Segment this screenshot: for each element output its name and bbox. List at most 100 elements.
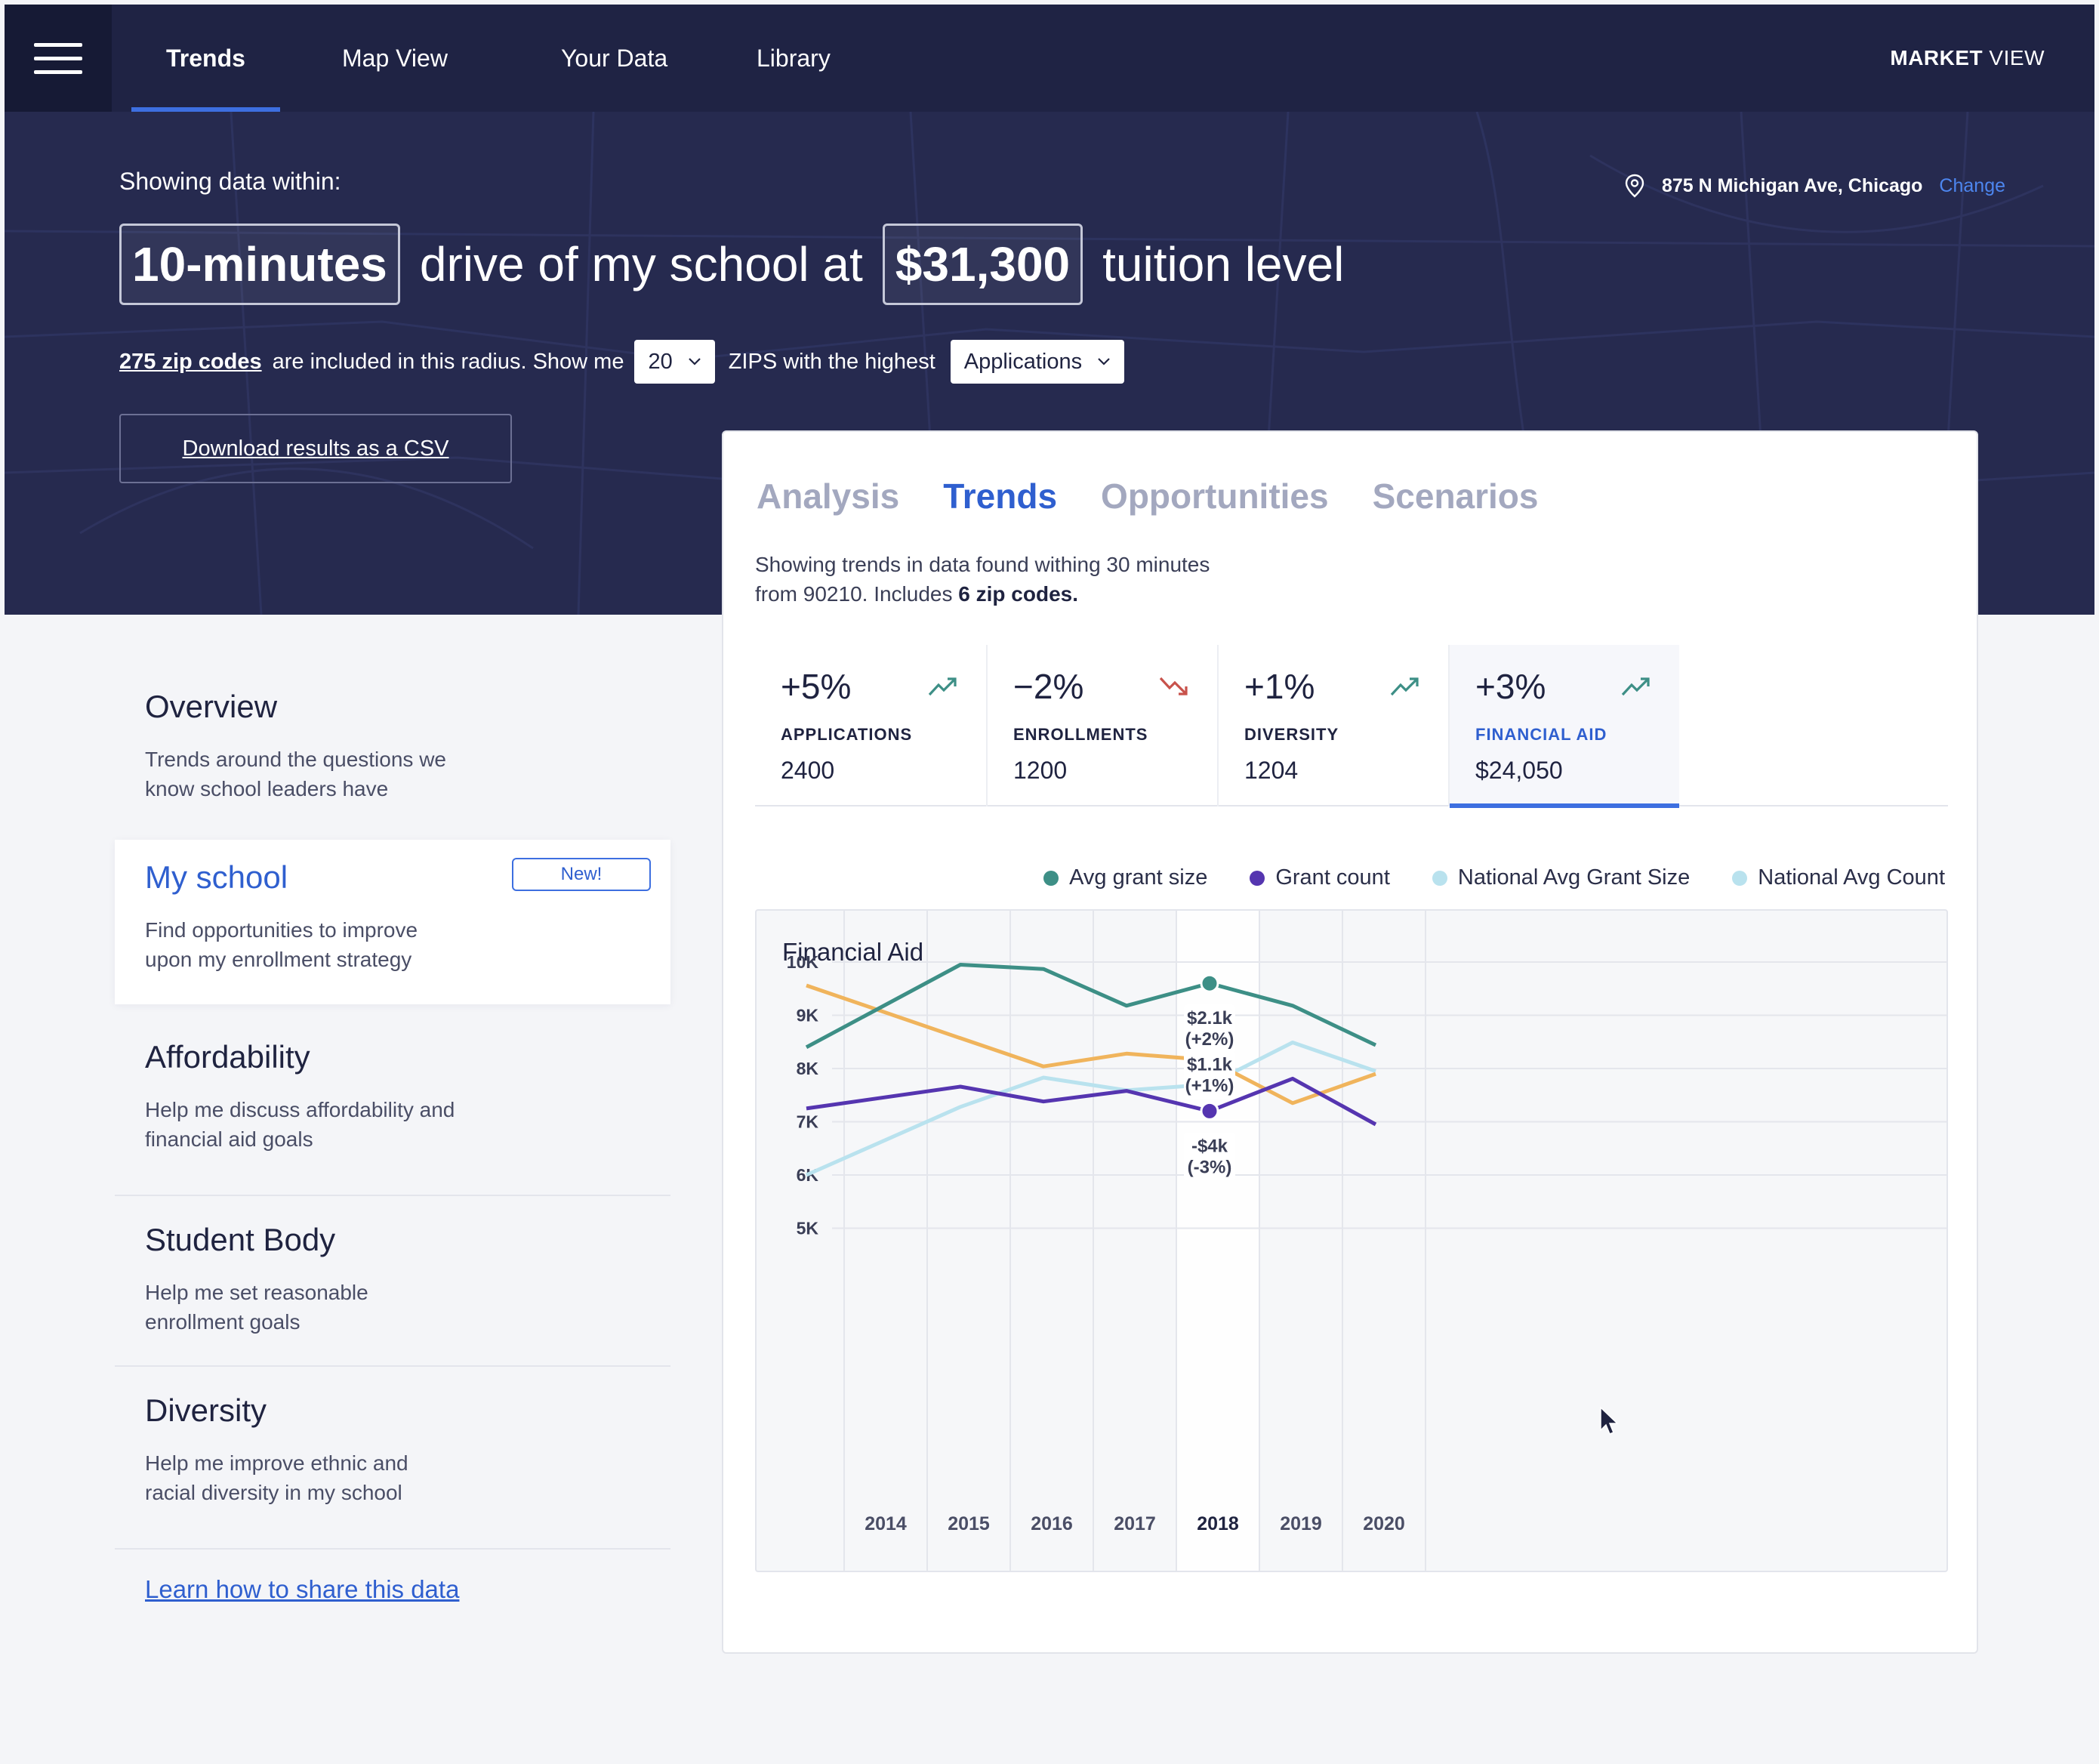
show-count-select[interactable]: 20 <box>634 340 715 384</box>
metric-change: +3% <box>1475 667 1546 706</box>
metric-applications[interactable]: +5% APPLICATIONS 2400 <box>755 645 986 806</box>
line-chart: 10K9K8K7K6K5K2014 2015 2016 2017 2018 2019 202… <box>787 911 1946 1571</box>
x-tick-label: 2016 <box>1031 1513 1073 1534</box>
sidebar-divider <box>115 1365 670 1367</box>
drive-time-pill[interactable]: 10-minutes <box>119 224 400 305</box>
legend-label: Grant count <box>1275 865 1390 890</box>
y-tick-label: 9K <box>797 1006 819 1025</box>
data-point-marker <box>1200 973 1219 993</box>
address-text: 875 N Michigan Ave, Chicago <box>1661 174 1923 196</box>
sidebar-item-desc: Help me discuss affordability and financ… <box>145 1098 455 1151</box>
legend-item[interactable]: Grant count <box>1250 865 1390 890</box>
nav-tab-library[interactable]: Library <box>757 5 831 112</box>
mouse-cursor-icon <box>1600 1406 1619 1435</box>
trend-down-icon <box>1159 677 1188 695</box>
legend-item[interactable]: Avg grant size <box>1043 865 1207 890</box>
location-row: 875 N Michigan Ave, Chicago Change <box>1624 174 2005 198</box>
nav-tab-trends[interactable]: Trends <box>131 5 280 112</box>
annotation-change: (+2%) <box>1185 1029 1234 1050</box>
sidebar-item-my-school[interactable]: My school Find opportunities to improve … <box>115 840 670 1004</box>
chevron-down-icon <box>1098 358 1110 365</box>
metric-change: +1% <box>1244 667 1315 706</box>
download-csv-button[interactable]: Download results as a CSV <box>119 414 512 483</box>
headline: 10-minutes drive of my school at $31,300… <box>119 224 1344 305</box>
metric-change: +5% <box>781 667 852 706</box>
annotation-value: $1.1k <box>1187 1055 1233 1075</box>
new-badge: New! <box>512 858 651 891</box>
metric-select[interactable]: Applications <box>950 340 1125 384</box>
legend-swatch <box>1250 870 1265 886</box>
legend-item[interactable]: National Avg Count <box>1732 865 1945 890</box>
tab-scenarios[interactable]: Scenarios <box>1373 476 1539 517</box>
metric-value: $24,050 <box>1475 757 1563 784</box>
sidebar-item-desc: Trends around the questions we know scho… <box>145 748 446 800</box>
sidebar-item-title: Overview <box>145 689 278 724</box>
legend-swatch <box>1043 870 1059 886</box>
brand-light: VIEW <box>1983 46 2045 69</box>
legend-item[interactable]: National Avg Grant Size <box>1432 865 1690 890</box>
sidebar-divider <box>115 1195 670 1196</box>
trend-up-icon <box>1390 677 1419 696</box>
show-count-value: 20 <box>648 349 673 374</box>
legend-label: National Avg Grant Size <box>1457 865 1691 890</box>
metric-change: −2% <box>1013 667 1084 706</box>
sidebar-item-overview[interactable]: Overview Trends around the questions we … <box>115 689 670 803</box>
card-tabs: Analysis Trends Opportunities Scenarios <box>757 476 1539 517</box>
location-pin-icon <box>1625 174 1644 198</box>
card-desc-bold: 6 zip codes. <box>958 582 1078 606</box>
radius-text: are included in this radius. Show me <box>272 349 624 374</box>
series-line <box>805 963 1377 1050</box>
metric-value: 1200 <box>1013 757 1068 784</box>
y-tick-label: 8K <box>797 1059 819 1078</box>
menu-icon[interactable] <box>5 5 112 112</box>
sidebar-item-desc: Help me set reasonable enrollment goals <box>145 1281 368 1334</box>
sidebar-item-affordability[interactable]: Affordability Help me discuss affordabil… <box>115 1039 670 1154</box>
radius-row: 275 zip codes are included in this radiu… <box>119 340 1125 384</box>
data-point-marker <box>1200 1101 1219 1121</box>
drive-text: drive of my school at <box>419 237 863 291</box>
change-location-link[interactable]: Change <box>1939 175 2005 197</box>
sidebar-item-title: Student Body <box>145 1222 336 1257</box>
nav-tab-your-data[interactable]: Your Data <box>561 5 667 112</box>
y-tick-label: 10K <box>787 952 819 972</box>
zip-codes-link[interactable]: 275 zip codes <box>119 350 262 375</box>
zips-text: ZIPS with the highest <box>728 349 935 374</box>
card-description: Showing trends in data found withing 30 … <box>755 550 1223 609</box>
trends-card: Analysis Trends Opportunities Scenarios … <box>722 430 1978 1654</box>
sidebar-item-student-body[interactable]: Student Body Help me set reasonable enro… <box>115 1222 670 1337</box>
x-tick-label: 2018 <box>1197 1513 1239 1534</box>
share-data-link[interactable]: Learn how to share this data <box>145 1575 459 1604</box>
tuition-pill[interactable]: $31,300 <box>882 224 1083 305</box>
y-tick-label: 5K <box>797 1219 819 1238</box>
x-tick-label: 2017 <box>1114 1513 1156 1534</box>
metric-select-value: Applications <box>963 349 1083 374</box>
sidebar-item-title: Diversity <box>145 1392 267 1428</box>
chart-container: Financial Aid 10K 9K 8K 7K 6K 5K 2014 2015 2016 2… <box>755 909 1948 1572</box>
metric-diversity[interactable]: +1% DIVERSITY 1204 <box>1217 645 1448 806</box>
metrics-row: +5% APPLICATIONS 2400 −2% ENROLLMENTS 12… <box>755 645 1948 808</box>
tab-analysis[interactable]: Analysis <box>757 476 899 517</box>
metric-label: ENROLLMENTS <box>1013 725 1148 744</box>
sidebar-item-desc: Find opportunities to improve upon my en… <box>145 918 418 971</box>
metric-label: DIVERSITY <box>1244 725 1339 744</box>
metric-enrollments[interactable]: −2% ENROLLMENTS 1200 <box>986 645 1217 806</box>
chart-legend: Avg grant size Grant count National Avg … <box>1043 865 1945 890</box>
trend-up-icon <box>1621 677 1650 696</box>
brand-bold: MARKET <box>1890 46 1983 69</box>
tab-trends[interactable]: Trends <box>943 476 1057 517</box>
metric-financial-aid[interactable]: +3% FINANCIAL AID $24,050 <box>1448 645 1679 808</box>
sidebar-item-title: Affordability <box>145 1039 310 1075</box>
metric-value: 1204 <box>1244 757 1299 784</box>
app-frame: Trends Map View Your Data Library MARKET… <box>5 5 2094 1759</box>
tab-opportunities[interactable]: Opportunities <box>1101 476 1329 517</box>
x-tick-label: 2014 <box>865 1513 907 1534</box>
x-tick-label: 2015 <box>948 1513 990 1534</box>
metric-label: FINANCIAL AID <box>1475 725 1607 744</box>
sidebar-item-diversity[interactable]: Diversity Help me improve ethnic and rac… <box>115 1392 670 1507</box>
chevron-down-icon <box>688 358 701 365</box>
annotation-value: -$4k <box>1191 1136 1228 1156</box>
nav-tab-map-view[interactable]: Map View <box>342 5 448 112</box>
annotation-value: $2.1k <box>1187 1008 1233 1028</box>
x-tick-label: 2019 <box>1280 1513 1322 1534</box>
y-tick-label: 7K <box>797 1112 819 1132</box>
